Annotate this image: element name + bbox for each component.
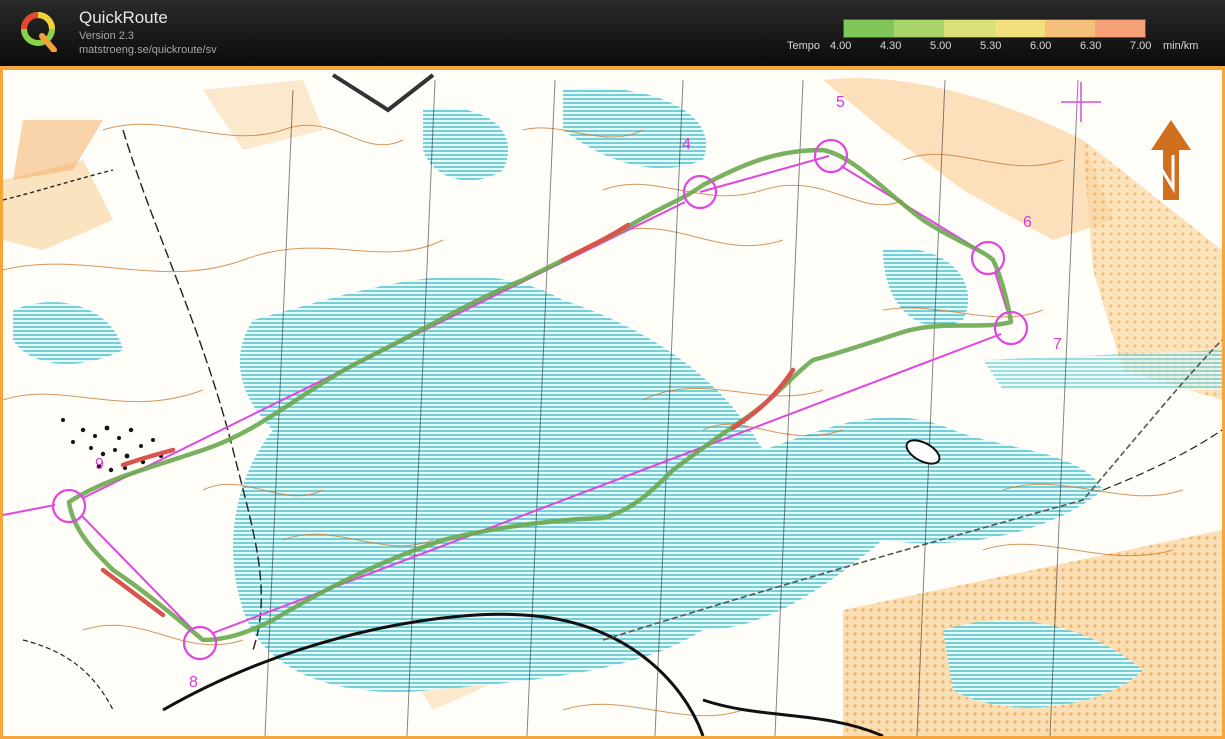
scale-segment [1094, 20, 1146, 37]
tempo-tick: 5.30 [980, 40, 1002, 52]
tempo-unit: min/km [1163, 40, 1199, 52]
orienteering-map[interactable]: 4 5 6 7 8 9 [3, 70, 1222, 736]
map-frame: 4 5 6 7 8 9 [0, 66, 1225, 739]
tempo-tick: 4.30 [880, 40, 902, 52]
tempo-label: Tempo [787, 40, 821, 52]
tempo-color-scale [843, 19, 1146, 38]
scale-segment [994, 20, 1045, 37]
quickroute-logo [21, 12, 57, 52]
tempo-tick: 4.00 [830, 40, 852, 52]
tempo-tick: 6.00 [1030, 40, 1052, 52]
control-number-9: 9 [95, 456, 104, 473]
scale-segment [944, 20, 995, 37]
control-number-8: 8 [189, 674, 198, 691]
control-8 [182, 625, 218, 661]
control-number-7: 7 [1053, 336, 1062, 353]
app-title: QuickRoute [79, 8, 168, 27]
control-number-4: 4 [682, 136, 691, 153]
tempo-tick: 5.00 [930, 40, 952, 52]
scale-segment [1044, 20, 1095, 37]
map-marker-cross [1061, 82, 1101, 122]
app-header: QuickRoute Version 2.3 matstroeng.se/qui… [0, 0, 1225, 66]
app-version: Version 2.3 [79, 30, 135, 42]
scale-segment [894, 20, 945, 37]
scale-segment [844, 20, 895, 37]
app-url[interactable]: matstroeng.se/quickroute/sv [79, 44, 217, 56]
control-number-5: 5 [836, 94, 845, 111]
north-arrow-icon [1151, 120, 1191, 200]
map-canvas [3, 73, 1222, 736]
tempo-tick: 7.00 [1130, 40, 1152, 52]
boulder-field [61, 418, 163, 473]
control-number-6: 6 [1023, 214, 1032, 231]
tempo-tick: 6.30 [1080, 40, 1102, 52]
